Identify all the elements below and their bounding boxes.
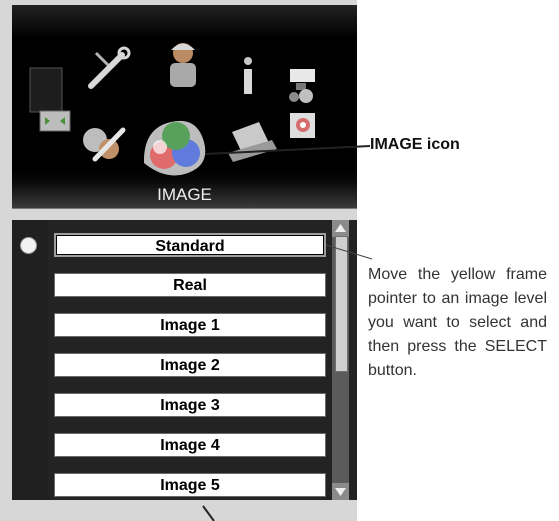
down-arrow-icon — [335, 488, 346, 496]
image-icon-label: IMAGE icon — [370, 136, 460, 153]
pointer-column — [12, 220, 48, 500]
icon-menu-title: IMAGE — [12, 184, 357, 208]
image-icon[interactable] — [143, 120, 206, 176]
scroll-thumb[interactable] — [335, 236, 348, 372]
display-icon[interactable] — [29, 67, 71, 132]
menu-item-image-2[interactable]: Image 2 — [54, 353, 326, 377]
scroll-down-button[interactable] — [332, 483, 349, 500]
menu-item-image-5[interactable]: Image 5 — [54, 473, 326, 497]
up-arrow-icon — [335, 224, 346, 232]
selection-instruction: Move the yellow frame pointer to an imag… — [368, 266, 547, 379]
menu-item-real[interactable]: Real — [54, 273, 326, 297]
menu-item-standard[interactable]: Standard — [54, 233, 326, 257]
icon-menu-panel: IMAGE — [12, 5, 357, 209]
input-icon[interactable] — [289, 69, 315, 103]
settings-icon[interactable] — [290, 113, 315, 138]
menu-icons — [29, 43, 315, 176]
menu-item-image-3[interactable]: Image 3 — [54, 393, 326, 417]
projector-menu: IMAGE Standard Real Image 1 Image 2 Imag… — [0, 0, 357, 521]
adjust-icon[interactable] — [83, 127, 126, 162]
info-icon[interactable] — [244, 57, 252, 94]
current-selection-indicator — [20, 237, 37, 254]
scroll-up-button[interactable] — [332, 220, 349, 237]
menu-item-image-4[interactable]: Image 4 — [54, 433, 326, 457]
scrollbar[interactable] — [332, 220, 349, 500]
laptop-icon[interactable] — [228, 122, 277, 162]
menu-item-image-1[interactable]: Image 1 — [54, 313, 326, 337]
image-level-list: Standard Real Image 1 Image 2 Image 3 Im… — [12, 220, 357, 500]
user-icon[interactable] — [170, 43, 196, 87]
tools-icon[interactable] — [88, 46, 131, 89]
